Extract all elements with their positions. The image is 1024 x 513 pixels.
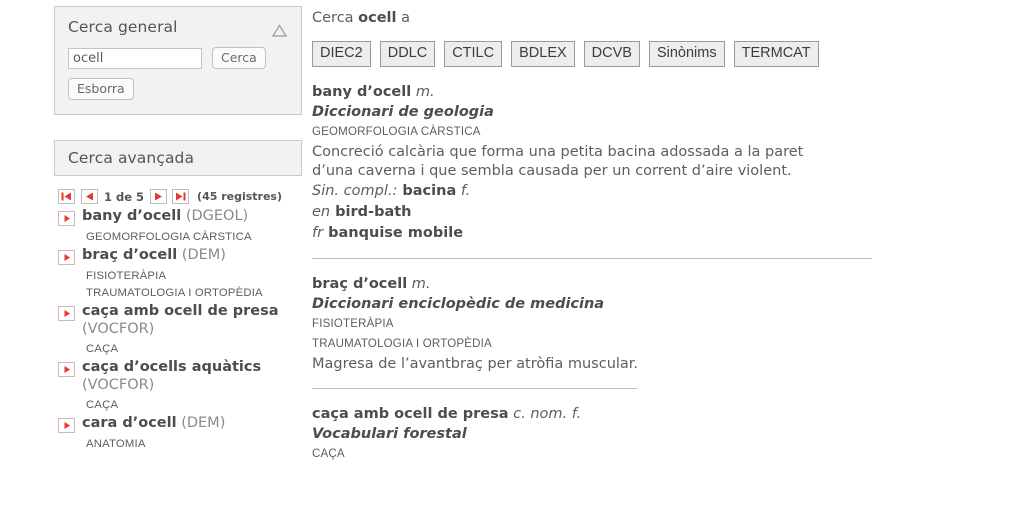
entry-source-title: Vocabulari forestal [312,426,467,443]
source-button-ddlc[interactable]: DDLC [379,41,436,68]
entry-extra-label: fr [312,225,324,242]
list-item-subject: ANATOMIA [86,438,146,451]
list-item-label: caça d’ocells aquàtics (VOCFOR) [82,359,302,394]
entry-headword-text: bany d’ocell [312,84,412,101]
source-button-dcvb[interactable]: DCVB [583,41,640,68]
entry-extra-label: en [312,204,331,221]
list-item-subject: TRAUMATOLOGIA I ORTOPÈDIA [86,287,263,300]
page-position-label: 1 de 5 [104,189,145,204]
source-buttons-row: DIEC2 DDLC CTILC BDLEX DCVB Sinònims TERMCAT [312,41,872,68]
list-item-term: cara d’ocell [82,415,177,432]
headline-term: ocell [358,10,397,26]
clear-row: Esborra [68,78,288,101]
dictionary-entry: caça amb ocell de presa c. nom. f. Vocabu… [312,405,872,464]
list-item-label: braç d’ocell (DEM) [82,247,226,265]
list-item-source: (DEM) [176,415,226,432]
entry-headword-text: caça amb ocell de presa [312,406,509,423]
left-sidebar: Cerca general Cerca Esborra Cerca avança… [54,6,302,454]
entry-headword: caça amb ocell de presa c. nom. f. [312,405,872,424]
entry-definition: Magresa de l’avantbraç per atròfia muscu… [312,356,639,373]
general-search-header: Cerca general [68,18,288,37]
list-item[interactable]: cara d’ocell (DEM) [54,415,302,434]
source-button-termcat[interactable]: TERMCAT [733,41,819,68]
search-headline: Cerca ocell a [312,10,872,27]
list-item-source: (VOCFOR) [82,320,155,337]
list-item[interactable]: caça amb ocell de presa (VOCFOR) [54,303,302,338]
dictionary-entry: bany d’ocell m. Diccionari de geologia GEO… [312,83,872,260]
entry-extra-term: bird-bath [330,204,412,221]
entry-headword: braç d’ocell m. [312,275,872,294]
list-item-subject: FISIOTERÀPIA [86,270,167,283]
entry-subject: CAÇA [312,448,345,461]
list-item[interactable]: caça d’ocells aquàtics (VOCFOR) [54,359,302,394]
list-item-source: (DGEOL) [181,208,249,225]
expand-arrow-icon[interactable] [58,250,75,266]
entry-subject: GEOMORFOLOGIA CÀRSTICA [312,126,481,139]
headline-prefix: Cerca [312,10,359,26]
list-item-source: (DEM) [177,247,226,264]
general-search-row: Cerca [68,47,288,70]
entry-extra-label: Sin. compl.: [312,183,398,200]
entry-extra-line: en bird-bath [312,202,872,223]
first-page-icon[interactable] [58,189,75,205]
previous-page-icon[interactable] [81,189,98,205]
advanced-search-title: Cerca avançada [68,148,195,167]
expand-arrow-icon[interactable] [58,211,75,227]
list-item-term: bany d’ocell [82,208,182,225]
source-button-diec2[interactable]: DIEC2 [312,41,371,68]
triangle-up-icon[interactable] [271,22,288,37]
entry-headword: bany d’ocell m. [312,83,872,102]
records-count-label: (45 registres) [197,190,283,204]
entry-source-title: Diccionari enciclopèdic de medicina [312,296,605,313]
list-item-label: cara d’ocell (DEM) [82,415,225,433]
list-item-subject: CAÇA [86,399,119,412]
entry-extra-term: bacina [397,183,457,200]
headline-suffix: a [396,10,410,26]
expand-arrow-icon[interactable] [58,418,75,434]
search-button[interactable]: Cerca [212,47,266,70]
entry-extra-term: banquise mobile [323,225,464,242]
entry-grammar-label: c. nom. f. [508,406,582,423]
main-content: Cerca ocell a DIEC2 DDLC CTILC BDLEX DCVB Sin… [312,10,872,464]
list-item[interactable]: braç d’ocell (DEM) [54,247,302,266]
search-input[interactable] [68,47,202,69]
entry-separator [312,388,637,390]
list-item-label: caça amb ocell de presa (VOCFOR) [82,303,302,338]
list-item-source: (VOCFOR) [82,376,155,393]
entry-extra-line: Sin. compl.: bacina f. [312,181,872,202]
source-button-bdlex[interactable]: BDLEX [511,41,575,68]
entry-subject: TRAUMATOLOGIA I ORTOPÈDIA [312,338,492,351]
expand-arrow-icon[interactable] [58,306,75,322]
list-item-subject: CAÇA [86,343,119,356]
general-search-panel: Cerca general Cerca Esborra [54,6,302,116]
list-item-label: bany d’ocell (DGEOL) [82,208,248,226]
entry-grammar-label: m. [407,276,431,293]
entry-headword-text: braç d’ocell [312,276,408,293]
last-page-icon[interactable] [172,189,190,205]
entry-grammar-label: m. [411,84,435,101]
dictionary-entries: bany d’ocell m. Diccionari de geologia GEO… [312,83,872,464]
entry-extra-grammar: f. [456,183,471,200]
list-item-term: caça d’ocells aquàtics [82,359,262,376]
entry-definition: Concreció calcària que forma una petita … [312,144,804,180]
source-button-ctilc[interactable]: CTILC [444,41,503,68]
list-item[interactable]: bany d’ocell (DGEOL) [54,208,302,227]
entry-extra-line: fr banquise mobile [312,223,872,244]
list-item-term: braç d’ocell [82,247,178,264]
advanced-search-header[interactable]: Cerca avançada [54,140,302,177]
entry-subject: FISIOTERÀPIA [312,318,394,331]
dictionary-entry: braç d’ocell m. Diccionari enciclopèdic d… [312,275,872,390]
next-page-icon[interactable] [150,189,168,205]
entry-separator [312,258,872,260]
list-item-term: caça amb ocell de presa [82,303,279,320]
expand-arrow-icon[interactable] [58,362,75,378]
advanced-search-result-list: bany d’ocell (DGEOL) GEOMORFOLOGIA CÀRSTI… [54,208,302,450]
clear-button[interactable]: Esborra [68,78,134,101]
list-item-subject: GEOMORFOLOGIA CÀRSTICA [86,231,252,244]
entry-source-title: Diccionari de geologia [312,104,494,121]
general-search-title: Cerca general [68,18,178,36]
pagination-controls: 1 de 5 (45 registres) [54,189,302,205]
source-button-sinònims[interactable]: Sinònims [648,41,725,68]
